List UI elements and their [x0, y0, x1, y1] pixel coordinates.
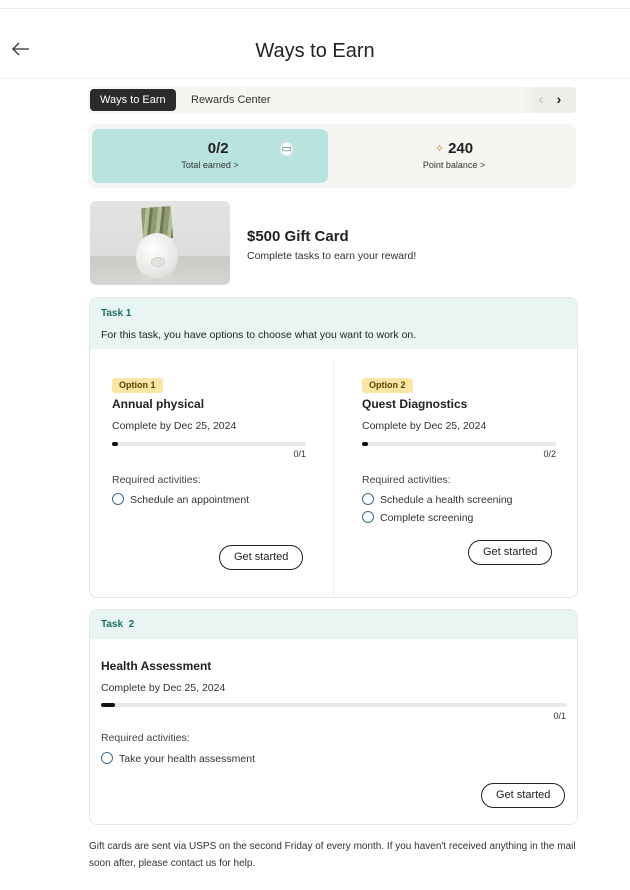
top-divider: [0, 8, 630, 9]
option-1-progress-bar: [112, 442, 306, 446]
task-2-header: Task 2: [90, 610, 577, 639]
reward-image: [90, 201, 230, 285]
sparkle-icon: ✧: [434, 143, 445, 155]
option-2-badge: Option 2: [362, 378, 413, 393]
option-2-due: Complete by Dec 25, 2024: [362, 420, 487, 432]
task-1-label: Task 1: [101, 308, 132, 319]
radio-circle-icon: [362, 493, 374, 505]
reward-description: Complete tasks to earn your reward!: [247, 250, 417, 262]
option-2-progress-bar: [362, 442, 556, 446]
option-1-badge: Option 1: [112, 378, 163, 393]
radio-circle-icon: [101, 752, 113, 764]
task-2-due: Complete by Dec 25, 2024: [101, 682, 226, 694]
activity-schedule-appointment[interactable]: Schedule an appointment: [112, 493, 249, 507]
radio-circle-icon: [112, 493, 124, 505]
activity-take-health-assessment[interactable]: Take your health assessment: [101, 752, 255, 766]
total-earned-value: 0/2: [207, 140, 229, 157]
option-2-progress-count: 0/2: [543, 449, 556, 459]
reward-title: $500 Gift Card: [247, 228, 349, 245]
task-2-card: Task 2 Health Assessment Complete by Dec…: [89, 609, 578, 825]
task-2-title: Health Assessment: [101, 659, 212, 673]
task-1-card: Task 1 For this task, you have options t…: [89, 297, 578, 598]
tab-scroll-controls: ‹ ›: [520, 87, 576, 113]
total-earned-button[interactable]: ▭ 0/2 Total earned >: [92, 129, 328, 183]
option-1-title: Annual physical: [112, 397, 205, 411]
task-2-progress-count: 0/1: [553, 711, 566, 721]
option-1-progress-count: 0/1: [293, 449, 306, 459]
task-2-label: Task 2: [101, 619, 135, 630]
task-1-description: For this task, you have options to choos…: [101, 329, 417, 341]
option-2-required-label: Required activities:: [362, 474, 451, 486]
option-2-title: Quest Diagnostics: [362, 397, 468, 411]
gift-card-icon: ▭: [280, 142, 293, 156]
tab-bar: Ways to Earn Rewards Center ‹ ›: [88, 87, 576, 113]
task-2-progress-bar: [101, 703, 567, 707]
option-2-get-started-button[interactable]: Get started: [468, 540, 553, 565]
option-1: Option 1 Annual physical Complete by Dec…: [112, 378, 308, 588]
point-balance-value: 240: [448, 140, 474, 157]
tab-rewards-center[interactable]: Rewards Center: [181, 89, 280, 111]
page-title: Ways to Earn: [255, 40, 375, 62]
activity-schedule-health-screening[interactable]: Schedule a health screening: [362, 493, 513, 507]
radio-circle-icon: [362, 511, 374, 523]
piggy-bank: [136, 233, 178, 279]
task-2-required-label: Required activities:: [101, 732, 190, 744]
task-2-get-started-button[interactable]: Get started: [481, 783, 566, 808]
total-earned-label: Total earned >: [181, 160, 239, 170]
tab-ways-to-earn[interactable]: Ways to Earn: [90, 89, 176, 111]
task-1-header: Task 1 For this task, you have options t…: [90, 298, 577, 349]
chevron-left-icon[interactable]: ‹: [534, 91, 548, 107]
point-balance-label: Point balance >: [422, 160, 486, 170]
page-header: Ways to Earn: [0, 30, 630, 76]
stats-panel: ▭ 0/2 Total earned > ✧ 240 Point balance >: [88, 124, 576, 188]
footer-note: Gift cards are sent via USPS on the seco…: [89, 841, 576, 869]
option-2: Option 2 Quest Diagnostics Complete by D…: [362, 378, 558, 588]
header-divider: [0, 78, 630, 79]
options-divider: [333, 360, 334, 596]
option-1-required-label: Required activities:: [112, 474, 201, 486]
chevron-right-icon[interactable]: ›: [552, 91, 566, 107]
option-1-get-started-button[interactable]: Get started: [219, 545, 304, 570]
option-1-due: Complete by Dec 25, 2024: [112, 420, 237, 432]
activity-complete-screening[interactable]: Complete screening: [362, 511, 473, 525]
point-balance-button[interactable]: ✧ 240 Point balance >: [336, 129, 572, 183]
